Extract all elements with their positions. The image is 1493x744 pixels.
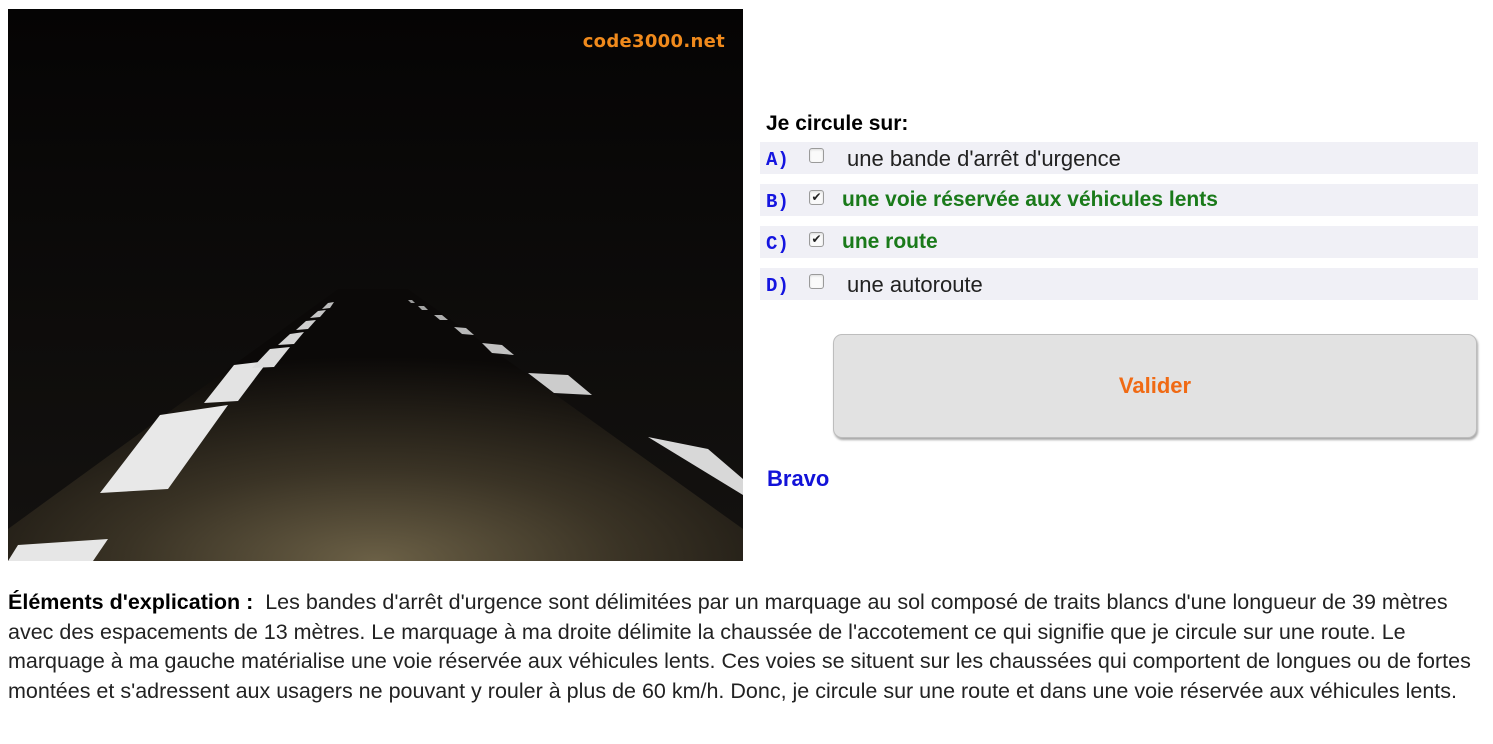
answer-list: A) une bande d'arrêt d'urgence B) ✔ une … <box>760 142 1478 310</box>
question-title: Je circule sur: <box>766 112 909 135</box>
answer-option-c[interactable]: C) ✔ une route <box>760 226 1478 258</box>
site-watermark: code3000.net <box>582 31 725 52</box>
result-feedback: Bravo <box>767 466 830 491</box>
answer-text[interactable]: une route <box>842 230 938 254</box>
answer-checkbox[interactable]: ✔ <box>809 190 824 205</box>
answer-checkbox[interactable] <box>809 274 824 289</box>
explanation-paragraph: Éléments d'explication : Les bandes d'ar… <box>8 588 1478 706</box>
answer-option-b[interactable]: B) ✔ une voie réservée aux véhicules len… <box>760 184 1478 216</box>
answer-text[interactable]: une autoroute <box>847 272 983 298</box>
answer-letter: B) <box>766 191 789 213</box>
answer-letter: C) <box>766 233 789 255</box>
answer-checkbox[interactable] <box>809 148 824 163</box>
road-illustration <box>8 9 743 561</box>
answer-letter: A) <box>766 149 789 171</box>
answer-checkbox[interactable]: ✔ <box>809 232 824 247</box>
road-night-photo: code3000.net <box>8 9 743 561</box>
validate-button[interactable]: Valider <box>833 334 1477 438</box>
answer-option-a[interactable]: A) une bande d'arrêt d'urgence <box>760 142 1478 174</box>
answer-text[interactable]: une voie réservée aux véhicules lents <box>842 188 1218 212</box>
answer-letter: D) <box>766 275 789 297</box>
explanation-label: Éléments d'explication : <box>8 590 254 614</box>
answer-text[interactable]: une bande d'arrêt d'urgence <box>847 146 1121 172</box>
answer-option-d[interactable]: D) une autoroute <box>760 268 1478 300</box>
